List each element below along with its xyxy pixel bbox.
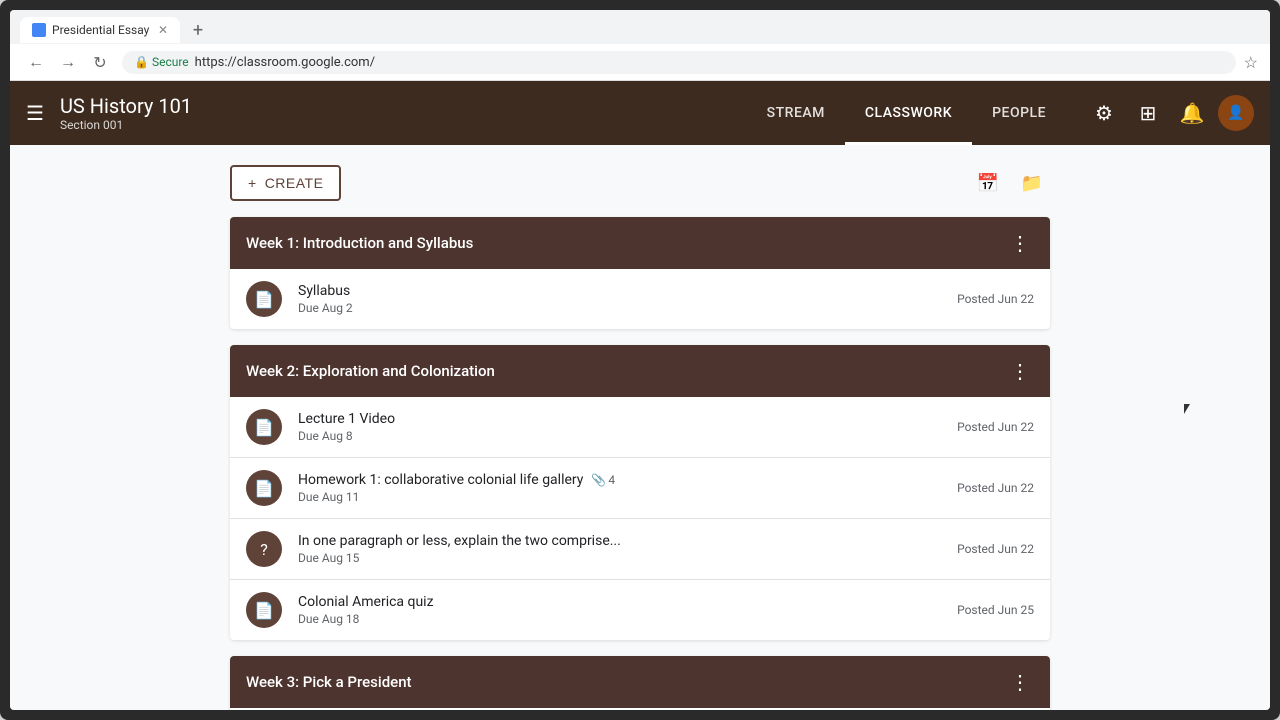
week-2-assignment-list: 📄 Lecture 1 Video Due Aug 8 Posted Jun 2… bbox=[230, 397, 1050, 640]
assignment-due: Due Aug 11 bbox=[298, 490, 957, 504]
assignment-icon: 📄 bbox=[246, 281, 282, 317]
tab-close-button[interactable]: ✕ bbox=[158, 23, 168, 37]
week-3-assignment-list: ? Exit ticket: describe one difference b… bbox=[230, 708, 1050, 710]
assignment-info: Colonial America quiz Due Aug 18 bbox=[298, 594, 957, 626]
course-name: US History 101 bbox=[60, 94, 192, 118]
assignment-due: Due Aug 2 bbox=[298, 301, 957, 315]
document-icon: 📄 bbox=[254, 479, 274, 498]
nav-buttons: ← → ↻ bbox=[22, 48, 114, 76]
week-1-assignment-list: 📄 Syllabus Due Aug 2 Posted Jun 22 bbox=[230, 269, 1050, 329]
course-section: Section 001 bbox=[60, 118, 192, 132]
week-3-header[interactable]: Week 3: Pick a President ⋮ bbox=[230, 656, 1050, 708]
attachment-badge: 📎 4 bbox=[591, 473, 615, 487]
browser-tab[interactable]: Presidential Essay ✕ bbox=[20, 17, 180, 43]
menu-button[interactable]: ☰ bbox=[26, 101, 44, 125]
assignment-icon: 📄 bbox=[246, 592, 282, 628]
app-content: ☰ US History 101 Section 001 STREAM CLAS… bbox=[10, 81, 1270, 710]
secure-badge: 🔒 Secure bbox=[134, 55, 189, 69]
document-icon: 📄 bbox=[254, 418, 274, 437]
url-bar[interactable]: 🔒 Secure https://classroom.google.com/ bbox=[122, 51, 1236, 74]
monitor: Presidential Essay ✕ + ← → ↻ 🔒 Secure ht… bbox=[0, 0, 1280, 720]
forward-button[interactable]: → bbox=[54, 48, 82, 76]
assignment-item[interactable]: 📄 Syllabus Due Aug 2 Posted Jun 22 bbox=[230, 269, 1050, 329]
week-1-section: Week 1: Introduction and Syllabus ⋮ 📄 Sy… bbox=[230, 217, 1050, 329]
folder-button[interactable]: 📁 bbox=[1014, 165, 1050, 201]
lock-icon: 🔒 bbox=[134, 55, 149, 69]
url-text: https://classroom.google.com/ bbox=[195, 55, 375, 70]
assignment-title: Homework 1: collaborative colonial life … bbox=[298, 472, 957, 488]
course-title: US History 101 Section 001 bbox=[60, 94, 192, 132]
assignment-icon: 📄 bbox=[246, 470, 282, 506]
nav-stream[interactable]: STREAM bbox=[747, 81, 845, 145]
assignment-due: Due Aug 18 bbox=[298, 612, 957, 626]
tab-bar: Presidential Essay ✕ + bbox=[10, 10, 1270, 44]
week-3-menu-button[interactable]: ⋮ bbox=[1006, 668, 1034, 696]
attachment-count: 4 bbox=[608, 473, 615, 487]
back-button[interactable]: ← bbox=[22, 48, 50, 76]
assignment-item[interactable]: ? Exit ticket: describe one difference b… bbox=[230, 708, 1050, 710]
assignment-title: In one paragraph or less, explain the tw… bbox=[298, 533, 957, 549]
attachment-icon: 📎 bbox=[591, 473, 606, 487]
week-1-menu-button[interactable]: ⋮ bbox=[1006, 229, 1034, 257]
settings-button[interactable]: ⚙ bbox=[1086, 95, 1122, 131]
nav-links: STREAM CLASSWORK PEOPLE bbox=[747, 81, 1066, 145]
toolbar-icons: 📅 📁 bbox=[970, 165, 1050, 201]
week-2-section: Week 2: Exploration and Colonization ⋮ 📄… bbox=[230, 345, 1050, 640]
user-avatar[interactable]: 👤 bbox=[1218, 95, 1254, 131]
assignment-posted: Posted Jun 25 bbox=[957, 603, 1034, 617]
top-nav: ☰ US History 101 Section 001 STREAM CLAS… bbox=[10, 81, 1270, 145]
nav-icons: ⚙ ⊞ 🔔 👤 bbox=[1086, 95, 1254, 131]
calendar-button[interactable]: 📅 bbox=[970, 165, 1006, 201]
week-1-title: Week 1: Introduction and Syllabus bbox=[246, 234, 473, 252]
create-button[interactable]: + CREATE bbox=[230, 165, 341, 201]
assignment-item[interactable]: 📄 Homework 1: collaborative colonial lif… bbox=[230, 458, 1050, 519]
assignment-item[interactable]: 📄 Colonial America quiz Due Aug 18 Poste… bbox=[230, 580, 1050, 640]
assignment-due: Due Aug 15 bbox=[298, 551, 957, 565]
bookmark-button[interactable]: ☆ bbox=[1244, 53, 1258, 72]
create-area: + CREATE 📅 📁 bbox=[230, 165, 1050, 201]
question-mark-icon: ? bbox=[260, 540, 268, 559]
assignment-info: In one paragraph or less, explain the tw… bbox=[298, 533, 957, 565]
assignment-posted: Posted Jun 22 bbox=[957, 292, 1034, 306]
apps-button[interactable]: ⊞ bbox=[1130, 95, 1166, 131]
week-2-menu-button[interactable]: ⋮ bbox=[1006, 357, 1034, 385]
week-2-header[interactable]: Week 2: Exploration and Colonization ⋮ bbox=[230, 345, 1050, 397]
assignment-title: Lecture 1 Video bbox=[298, 411, 957, 427]
secure-label: Secure bbox=[152, 55, 189, 69]
week-2-title: Week 2: Exploration and Colonization bbox=[246, 362, 495, 380]
assignment-due: Due Aug 8 bbox=[298, 429, 957, 443]
assignment-icon: 📄 bbox=[246, 409, 282, 445]
assignment-item[interactable]: 📄 Lecture 1 Video Due Aug 8 Posted Jun 2… bbox=[230, 397, 1050, 458]
reload-button[interactable]: ↻ bbox=[86, 48, 114, 76]
new-tab-button[interactable]: + bbox=[184, 16, 212, 44]
assignment-info: Syllabus Due Aug 2 bbox=[298, 283, 957, 315]
main-content: + CREATE 📅 📁 Week 1: Introduction and Sy… bbox=[10, 145, 1270, 710]
create-label: CREATE bbox=[265, 175, 324, 191]
document-icon: 📄 bbox=[254, 290, 274, 309]
browser-chrome: Presidential Essay ✕ + ← → ↻ 🔒 Secure ht… bbox=[10, 10, 1270, 81]
assignment-info: Homework 1: collaborative colonial life … bbox=[298, 472, 957, 504]
document-icon: 📄 bbox=[254, 601, 274, 620]
browser-window: Presidential Essay ✕ + ← → ↻ 🔒 Secure ht… bbox=[10, 10, 1270, 710]
question-icon: ? bbox=[246, 531, 282, 567]
week-3-section: Week 3: Pick a President ⋮ ? Exit ticket… bbox=[230, 656, 1050, 710]
assignment-title: Syllabus bbox=[298, 283, 957, 299]
assignment-item[interactable]: ? In one paragraph or less, explain the … bbox=[230, 519, 1050, 580]
notifications-button[interactable]: 🔔 bbox=[1174, 95, 1210, 131]
assignment-posted: Posted Jun 22 bbox=[957, 420, 1034, 434]
assignment-info: Lecture 1 Video Due Aug 8 bbox=[298, 411, 957, 443]
address-bar: ← → ↻ 🔒 Secure https://classroom.google.… bbox=[10, 44, 1270, 81]
assignment-posted: Posted Jun 22 bbox=[957, 542, 1034, 556]
create-plus-icon: + bbox=[248, 175, 257, 191]
nav-people[interactable]: PEOPLE bbox=[972, 81, 1066, 145]
assignment-posted: Posted Jun 22 bbox=[957, 481, 1034, 495]
week-1-header[interactable]: Week 1: Introduction and Syllabus ⋮ bbox=[230, 217, 1050, 269]
nav-classwork[interactable]: CLASSWORK bbox=[845, 81, 972, 145]
tab-title: Presidential Essay bbox=[52, 23, 149, 37]
tab-favicon bbox=[32, 23, 46, 37]
assignment-title: Colonial America quiz bbox=[298, 594, 957, 610]
week-3-title: Week 3: Pick a President bbox=[246, 673, 412, 691]
